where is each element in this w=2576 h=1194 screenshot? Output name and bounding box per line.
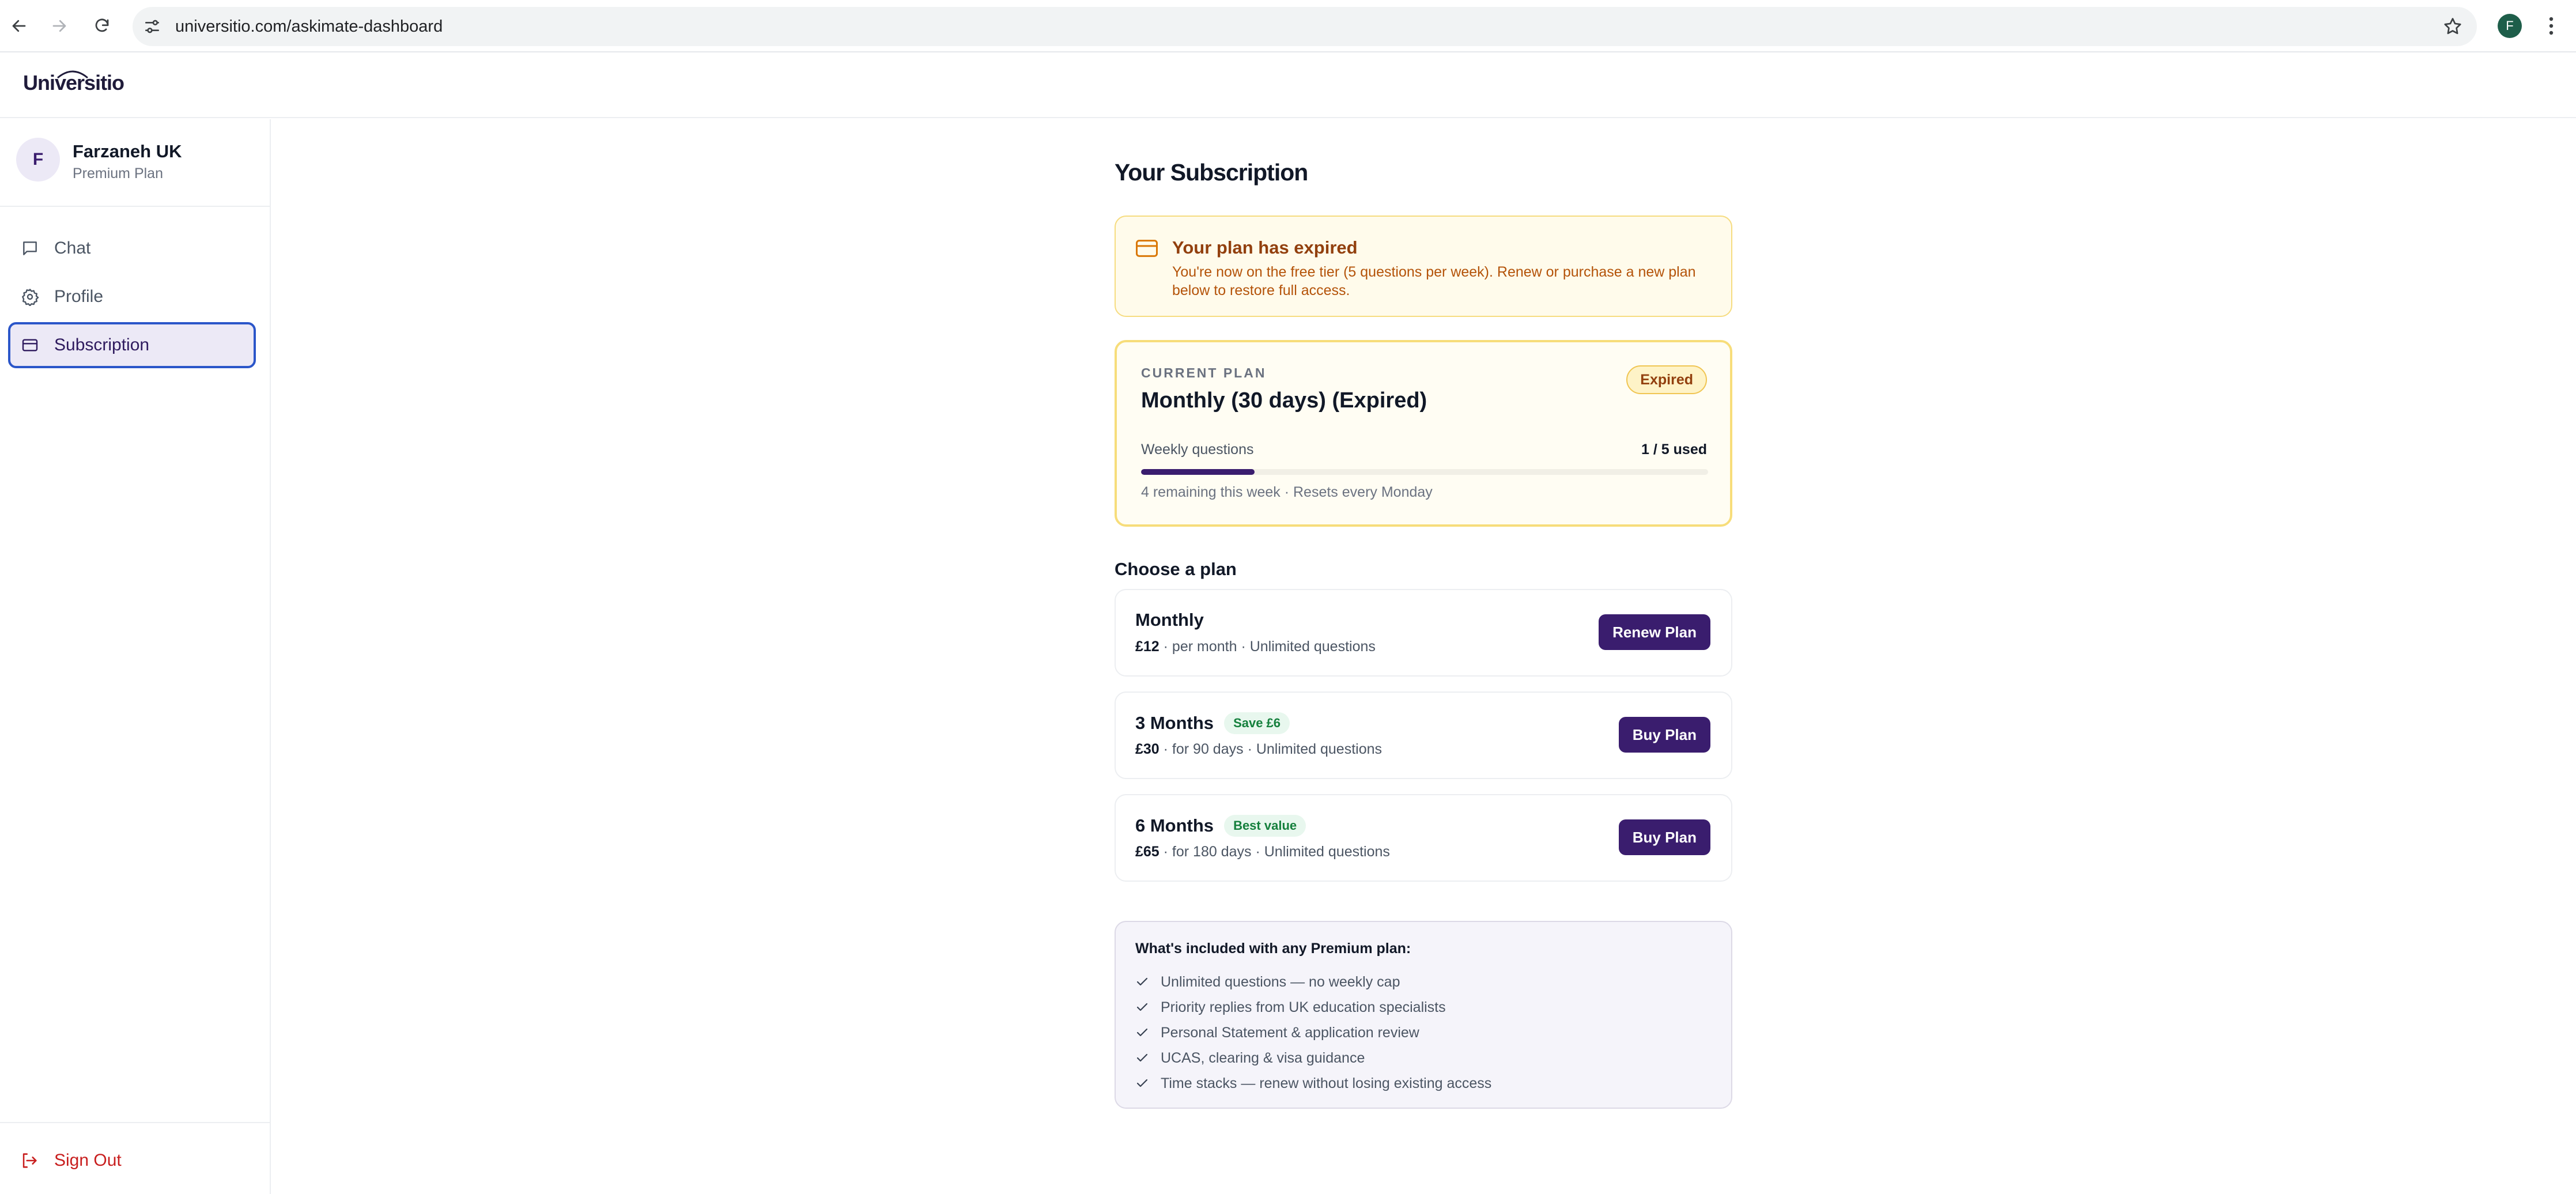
arrow-left-icon <box>12 20 26 32</box>
user-plan: Premium Plan <box>73 165 163 182</box>
user-name: Farzaneh UK <box>73 141 182 161</box>
premium-benefits: What's included with any Premium plan: U… <box>1115 921 1732 1109</box>
choose-plan-title: Choose a plan <box>1115 559 1237 579</box>
list-item: Unlimited questions — no weekly cap <box>1135 969 1491 995</box>
benefit-text: Personal Statement & application review <box>1161 1024 1419 1041</box>
reload-button[interactable] <box>89 13 115 39</box>
sidebar-item-label: Profile <box>54 287 104 306</box>
plan-option-details: · for 90 days · Unlimited questions <box>1159 741 1382 757</box>
plan-option-title: 3 Months <box>1135 713 1214 733</box>
back-button[interactable] <box>6 13 32 39</box>
buy-plan-button[interactable]: Buy Plan <box>1618 717 1710 753</box>
plan-option-description: £30 · for 90 days · Unlimited questions <box>1135 741 1382 758</box>
plan-option-details: · for 180 days · Unlimited questions <box>1159 844 1390 860</box>
plan-option-name: Monthly <box>1135 610 1204 630</box>
gear-icon <box>22 289 39 306</box>
benefits-title: What's included with any Premium plan: <box>1135 940 1411 957</box>
current-plan-kicker: CURRENT PLAN <box>1141 365 1267 380</box>
check-icon <box>1136 977 1148 986</box>
page-title: Your Subscription <box>1115 159 1308 186</box>
sidebar-item-label: Chat <box>54 239 91 258</box>
plan-option-description: £65 · for 180 days · Unlimited questions <box>1135 844 1390 860</box>
benefits-list: Unlimited questions — no weekly cap Prio… <box>1135 969 1491 1096</box>
plan-option-name: 6 Months Best value <box>1135 815 1306 837</box>
benefit-text: UCAS, clearing & visa guidance <box>1161 1049 1365 1066</box>
app-header: Universitio <box>0 54 2576 118</box>
benefit-text: Priority replies from UK education speci… <box>1161 999 1446 1015</box>
current-plan-card: CURRENT PLAN Monthly (30 days) (Expired)… <box>1115 340 1732 527</box>
benefit-text: Time stacks — renew without losing exist… <box>1161 1075 1492 1091</box>
list-item: Personal Statement & application review <box>1135 1020 1491 1045</box>
user-summary: F Farzaneh UK Premium Plan <box>0 119 270 207</box>
status-badge: Expired <box>1626 365 1707 394</box>
plan-option-price: £30 <box>1135 741 1159 757</box>
usage-label: Weekly questions <box>1141 441 1254 458</box>
alert-title: Your plan has expired <box>1172 237 1358 258</box>
plan-option-price: £65 <box>1135 844 1159 860</box>
list-item: Time stacks — renew without losing exist… <box>1135 1071 1491 1096</box>
expired-alert: Your plan has expired You're now on the … <box>1115 216 1732 317</box>
alert-body: You're now on the free tier (5 questions… <box>1172 264 1696 298</box>
current-plan-name: Monthly (30 days) (Expired) <box>1141 388 1427 413</box>
usage-count: 1 / 5 used <box>1641 441 1707 458</box>
best-value-badge: Best value <box>1224 815 1306 837</box>
credit-card-icon <box>22 339 38 352</box>
sidebar-footer: Sign Out <box>0 1122 270 1194</box>
url-text[interactable]: universitio.com/askimate-dashboard <box>175 7 443 46</box>
chat-bubble-icon <box>23 241 37 255</box>
plan-option-details: · per month · Unlimited questions <box>1159 638 1376 655</box>
site-settings-icon[interactable] <box>143 17 161 36</box>
sidebar-item-chat[interactable]: Chat <box>8 225 256 271</box>
bookmark-star-icon[interactable] <box>2442 16 2463 37</box>
plan-option-price: £12 <box>1135 638 1159 655</box>
list-item: UCAS, clearing & visa guidance <box>1135 1045 1491 1071</box>
browser-toolbar: universitio.com/askimate-dashboard F <box>0 0 2576 52</box>
sidebar: F Farzaneh UK Premium Plan Chat Profile … <box>0 119 271 1194</box>
buy-plan-button[interactable]: Buy Plan <box>1618 819 1710 855</box>
browser-profile-avatar[interactable]: F <box>2498 14 2522 38</box>
check-icon <box>1136 1079 1148 1087</box>
sidebar-item-label: Subscription <box>54 335 150 354</box>
plan-option-3-months: 3 Months Save £6 £30 · for 90 days · Unl… <box>1115 692 1732 779</box>
credit-card-icon <box>1136 240 1158 257</box>
avatar: F <box>16 138 60 182</box>
sign-out-label: Sign Out <box>54 1151 122 1170</box>
sidebar-item-subscription[interactable]: Subscription <box>8 322 256 368</box>
renew-plan-button[interactable]: Renew Plan <box>1599 614 1710 650</box>
plan-option-monthly: Monthly £12 · per month · Unlimited ques… <box>1115 589 1732 677</box>
reload-icon <box>95 18 109 32</box>
plan-option-name: 3 Months Save £6 <box>1135 712 1290 734</box>
brand-logo[interactable]: Universitio <box>23 71 124 95</box>
sign-out-button[interactable]: Sign Out <box>20 1146 158 1175</box>
plan-option-6-months: 6 Months Best value £65 · for 180 days ·… <box>1115 794 1732 882</box>
address-bar[interactable]: universitio.com/askimate-dashboard <box>133 7 2477 46</box>
usage-progress-track <box>1141 469 1708 475</box>
usage-progress-fill <box>1141 469 1255 475</box>
plan-option-title: 6 Months <box>1135 815 1214 836</box>
usage-note: 4 remaining this week · Resets every Mon… <box>1141 484 1433 500</box>
list-item: Priority replies from UK education speci… <box>1135 995 1491 1020</box>
check-icon <box>1136 1053 1148 1062</box>
browser-menu-button[interactable] <box>2543 13 2560 39</box>
check-icon <box>1136 1028 1148 1037</box>
benefit-text: Unlimited questions — no weekly cap <box>1161 973 1400 990</box>
savings-badge: Save £6 <box>1224 712 1290 734</box>
plan-option-description: £12 · per month · Unlimited questions <box>1135 638 1376 655</box>
more-vertical-icon <box>2549 17 2554 35</box>
sidebar-item-profile[interactable]: Profile <box>8 274 256 320</box>
forward-button[interactable] <box>46 13 73 39</box>
logout-icon <box>22 1153 37 1168</box>
plan-option-title: Monthly <box>1135 610 1204 630</box>
arrow-right-icon <box>52 20 66 32</box>
check-icon <box>1136 1003 1148 1011</box>
